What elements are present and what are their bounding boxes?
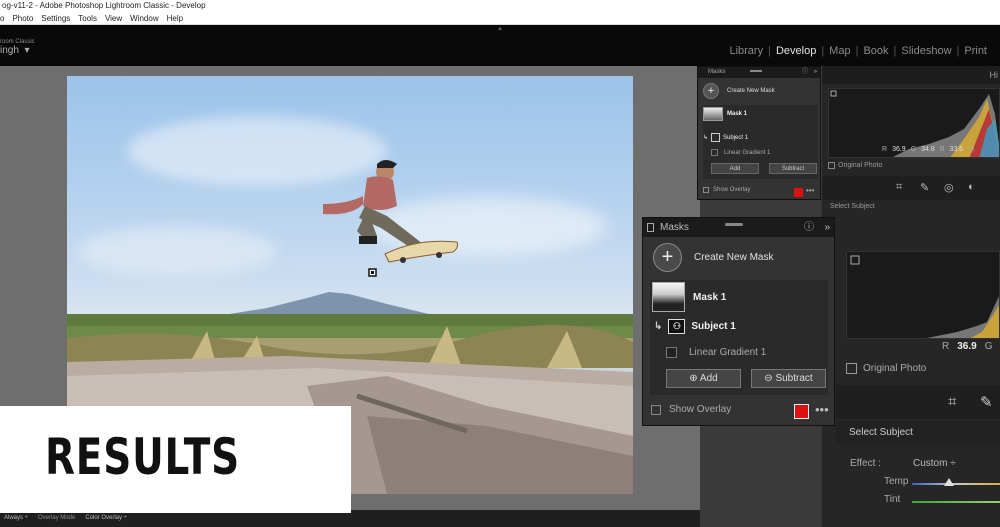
original-photo-checkbox-zoomed[interactable]: Original Photo (846, 363, 926, 374)
gradient-icon (666, 347, 677, 358)
overlay-color-swatch[interactable] (794, 188, 803, 197)
module-header: room Classic ingh ▾ ▲ Library | Develop | … (0, 25, 1000, 66)
menu-tools[interactable]: Tools (78, 12, 97, 24)
menu-bar: o Photo Settings Tools View Window Help (0, 12, 1000, 25)
help-icon[interactable]: ⓘ (804, 218, 814, 237)
temp-label: Temp (884, 476, 909, 487)
original-photo-checkbox[interactable]: Original Photo (828, 162, 882, 169)
masks-panel-small: Masks ⓘ » + Create New Mask Mask 1 ↳ Subj… (697, 66, 821, 200)
more-options-icon[interactable]: ••• (806, 186, 814, 195)
mask-list: Mask 1 ↳ Subject 1 Linear Gradient 1 Add … (703, 105, 818, 179)
module-picker: Library | Develop | Map | Book | Slideshow | … (724, 45, 992, 57)
healing-icon[interactable]: ✎ (920, 181, 929, 194)
masks-header[interactable]: Masks ⓘ » (698, 67, 820, 78)
menu-file[interactable]: o (0, 12, 4, 24)
module-book[interactable]: Book (858, 45, 893, 57)
temp-slider[interactable] (912, 483, 1000, 485)
menu-photo[interactable]: Photo (12, 12, 33, 24)
menu-view[interactable]: View (105, 12, 122, 24)
subtract-button[interactable]: ⊖ Subtract (751, 369, 826, 388)
histogram-header[interactable]: Hi (822, 66, 1000, 84)
gradient-icon (711, 149, 718, 156)
person-icon (711, 133, 721, 142)
linear-gradient-item[interactable]: Linear Gradient 1 (711, 149, 770, 156)
show-overlay-checkbox[interactable]: Show Overlay (651, 404, 731, 415)
temp-slider-thumb[interactable] (944, 478, 954, 486)
mask-thumbnail (652, 282, 685, 312)
subject-1-item[interactable]: ↳ Subject 1 (703, 133, 748, 142)
add-button[interactable]: ⊕ Add (666, 369, 741, 388)
rgb-readout-zoomed: R 36.9 G (942, 341, 993, 352)
subtract-button[interactable]: Subtract (769, 163, 817, 174)
crop-icon[interactable]: ⌗ (896, 181, 902, 194)
collapse-icon[interactable]: » (814, 67, 817, 78)
masking-icon[interactable]: ◐ (968, 181, 975, 193)
window-title: og-v11-2 - Adobe Photoshop Lightroom Cla… (0, 0, 1000, 12)
subject-1-item[interactable]: ↳ ⚇ Subject 1 (654, 319, 736, 334)
add-button[interactable]: Add (711, 163, 759, 174)
create-new-mask-button[interactable]: + Create New Mask (703, 83, 775, 99)
right-panel-zoomed: R 36.9 G Original Photo ⌗ ✎ Select Subjec… (836, 245, 1000, 527)
person-icon: ⚇ (668, 319, 686, 334)
crop-icon[interactable]: ⌗ (948, 393, 956, 410)
identity-plate[interactable]: room Classic ingh ▾ (0, 39, 35, 56)
menu-help[interactable]: Help (167, 12, 183, 24)
healing-icon[interactable]: ✎ (980, 393, 993, 411)
create-new-mask-button[interactable]: + Create New Mask (653, 243, 773, 272)
histogram-zoomed (846, 251, 1000, 339)
effect-select[interactable]: Custom ÷ (913, 458, 956, 469)
skater-figure (323, 160, 458, 263)
subtract-icon: ⊖ (764, 373, 776, 384)
menu-window[interactable]: Window (130, 12, 158, 24)
red-eye-icon[interactable]: ◎ (944, 181, 954, 194)
module-library[interactable]: Library (724, 45, 768, 57)
lightroom-window: og-v11-2 - Adobe Photoshop Lightroom Cla… (0, 0, 1000, 527)
linear-gradient-item[interactable]: Linear Gradient 1 (666, 347, 766, 358)
top-panel-toggle-icon[interactable]: ▲ (497, 26, 503, 32)
select-subject-zoomed[interactable]: Select Subject (836, 421, 1000, 445)
overlay-color-swatch[interactable] (794, 404, 809, 419)
masks-header[interactable]: Masks ⓘ » (643, 218, 834, 237)
mask-1-item[interactable]: Mask 1 (652, 282, 726, 312)
tint-slider[interactable] (912, 501, 1000, 503)
menu-settings[interactable]: Settings (41, 12, 70, 24)
user-name: ingh ▾ (0, 45, 30, 56)
add-icon: ⊕ (689, 373, 700, 384)
module-develop[interactable]: Develop (771, 45, 821, 57)
collapse-icon[interactable]: » (824, 218, 830, 237)
tint-label: Tint (884, 494, 901, 505)
module-print[interactable]: Print (959, 45, 992, 57)
mask-1-item[interactable]: Mask 1 (703, 107, 747, 121)
tool-strip: ⌗ ✎ ◎ ◐ (822, 176, 1000, 200)
plus-icon: + (703, 83, 719, 99)
mask-list: Mask 1 ↳ ⚇ Subject 1 Linear Gradient 1 ⊕ A… (650, 280, 828, 395)
module-map[interactable]: Map (824, 45, 855, 57)
results-title: RESULTS (45, 428, 240, 486)
help-icon[interactable]: ⓘ (802, 67, 808, 78)
panel-icon (647, 223, 654, 232)
module-slideshow[interactable]: Slideshow (896, 45, 956, 57)
select-subject-label[interactable]: Select Subject (830, 203, 875, 210)
masks-panel-large: Masks ⓘ » + Create New Mask Mask 1 ↳ ⚇ Sub… (642, 217, 835, 426)
plus-icon: + (653, 243, 682, 272)
mask-thumbnail (703, 107, 723, 121)
more-options-icon[interactable]: ••• (815, 402, 829, 417)
tool-strip-zoomed: ⌗ ✎ (836, 385, 1000, 419)
effect-label: Effect : (850, 458, 881, 469)
rgb-readout: R 36.9 G 34.8 B 33.6% (882, 146, 975, 153)
